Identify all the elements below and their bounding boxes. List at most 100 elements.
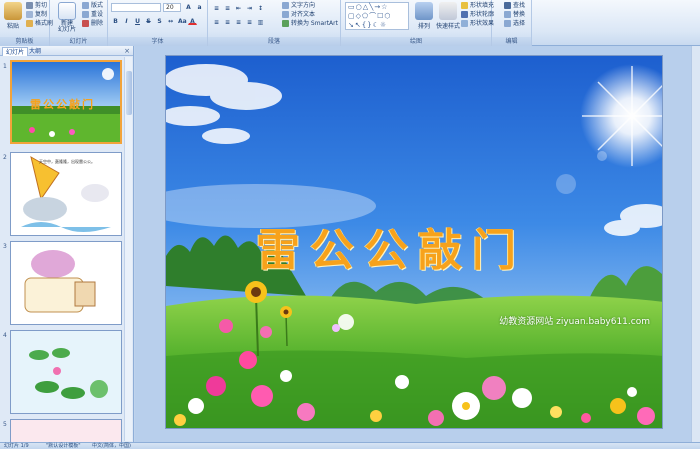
bullets-icon[interactable]: ≡ (212, 4, 221, 12)
slide-scrollbar[interactable] (691, 46, 700, 442)
arrange-icon (415, 2, 433, 20)
tab-slides[interactable]: 幻灯片 (2, 47, 29, 56)
clipboard-group: 粘贴 剪切 复制 格式刷 剪贴板 (0, 0, 53, 46)
select-icon (504, 20, 511, 27)
pane-tabs: 幻灯片 大纲 × (0, 46, 133, 56)
delete-icon (82, 20, 89, 27)
font-size-tools: A a (184, 3, 204, 11)
layout-icon (82, 2, 89, 9)
new-slide-icon (58, 2, 76, 20)
shrink-font-icon[interactable]: a (195, 3, 204, 11)
reset-button[interactable]: 重设 (82, 11, 103, 19)
thumb-number: 4 (3, 332, 7, 339)
shadow-icon[interactable]: S (155, 17, 164, 25)
status-bar: 幻灯片 1/9 "默认设计模板" 中文(简体，中国) (0, 442, 700, 449)
paragraph-group: ≡ ≡ ⇤ ⇥ ↕ ≡ ≡ ≡ ≡ ▥ 文字方向 对齐文本 转换为 SmartA… (208, 0, 341, 46)
clipboard-group-label: 剪贴板 (0, 37, 49, 46)
drawing-group-label: 绘图 (341, 37, 491, 46)
bold-icon[interactable]: B (111, 17, 120, 25)
quick-styles-button[interactable]: 快速样式 (435, 2, 461, 30)
close-icon[interactable]: × (124, 46, 130, 56)
grow-font-icon[interactable]: A (184, 3, 193, 11)
watermark-text: 幼教资源网站 ziyuan.baby611.com (499, 317, 650, 327)
language-indicator[interactable]: 中文(简体，中国) (92, 443, 131, 449)
align-right-icon[interactable]: ≡ (234, 18, 243, 26)
fill-icon (461, 2, 468, 9)
font-group: 20 A a B I U S S ↔ Aa A 字体 (108, 0, 208, 46)
binoculars-icon (504, 2, 511, 9)
font-color-icon[interactable]: A (188, 17, 197, 25)
slide-thumbnail-5[interactable] (10, 419, 122, 442)
brush-icon (26, 20, 33, 27)
current-slide[interactable]: 雷公公敲门 幼教资源网站 ziyuan.baby611.com (165, 55, 663, 429)
line-spacing-icon[interactable]: ↕ (256, 4, 265, 12)
editing-group-label: 编辑 (492, 37, 531, 46)
justify-icon[interactable]: ≡ (245, 18, 254, 26)
pane-scrollbar-thumb[interactable] (126, 71, 132, 115)
thumb-3-illustration (24, 250, 96, 313)
smartart-button[interactable]: 转换为 SmartArt (282, 20, 338, 28)
thumb-number: 2 (3, 154, 7, 161)
shape-effects-button[interactable]: 形状效果 (461, 20, 494, 28)
shapes-gallery[interactable]: ▭○△╲→☆ ▢◇⬠⌒☐⬡ ↘↖{}☾☼ (345, 2, 409, 30)
new-slide-button[interactable]: 新建 幻灯片 (54, 2, 80, 33)
copy-icon (26, 11, 33, 18)
layout-button[interactable]: 版式 (82, 2, 103, 10)
theme-name: "默认设计模板" (46, 443, 81, 449)
spacing-icon[interactable]: ↔ (166, 17, 175, 25)
slides-group-label: 幻灯片 (50, 37, 107, 46)
ribbon: 粘贴 剪切 复制 格式刷 剪贴板 新建 幻灯片 版式 重设 删除 幻灯片 20 … (0, 0, 700, 46)
thumb-number: 3 (3, 243, 7, 250)
reset-icon (82, 11, 89, 18)
find-button[interactable]: 查找 (504, 2, 525, 10)
effects-icon (461, 20, 468, 27)
tab-outline[interactable]: 大纲 (26, 47, 44, 56)
increase-indent-icon[interactable]: ⇥ (245, 4, 254, 12)
font-size-combo[interactable]: 20 (163, 3, 181, 12)
slide-thumbnail-4[interactable] (10, 330, 122, 414)
slides-group: 新建 幻灯片 版式 重设 删除 幻灯片 (50, 0, 108, 46)
align-left-icon[interactable]: ≡ (212, 18, 221, 26)
shape-outline-button[interactable]: 形状轮廓 (461, 11, 494, 19)
align-text-button[interactable]: 对齐文本 (282, 11, 315, 19)
slide-title[interactable]: 雷公公敲门 (256, 214, 526, 278)
outline-icon (461, 11, 468, 18)
font-format-tools: B I U S S ↔ Aa A (111, 17, 197, 25)
pane-scrollbar[interactable] (124, 57, 132, 441)
shape-fill-button[interactable]: 形状填充 (461, 2, 494, 10)
editing-group: 查找 替换 选择 编辑 (492, 0, 532, 46)
copy-button[interactable]: 复制 (26, 11, 47, 19)
slide-count: 幻灯片 1/9 (4, 443, 29, 449)
text-direction-icon (282, 2, 289, 9)
decrease-indent-icon[interactable]: ⇤ (234, 4, 243, 12)
case-icon[interactable]: Aa (177, 17, 187, 25)
strikethrough-icon[interactable]: S (144, 17, 153, 25)
align-center-icon[interactable]: ≡ (223, 18, 232, 26)
numbering-icon[interactable]: ≡ (223, 4, 232, 12)
align-text-icon (282, 11, 289, 18)
arrange-button[interactable]: 排列 (413, 2, 435, 30)
delete-slide-button[interactable]: 删除 (82, 20, 103, 28)
paste-button[interactable]: 粘贴 (2, 2, 24, 30)
columns-icon[interactable]: ▥ (256, 18, 265, 26)
scissors-icon (26, 2, 33, 9)
font-name-combo[interactable] (111, 3, 161, 12)
slide-thumbnail-2[interactable]: 天空中，轰隆隆，出现雷公公。 (10, 152, 122, 236)
slide-canvas: 雷公公敲门 幼教资源网站 ziyuan.baby611.com (135, 46, 700, 442)
select-button[interactable]: 选择 (504, 20, 525, 28)
slide-thumbnail-3[interactable] (10, 241, 122, 325)
replace-button[interactable]: 替换 (504, 11, 525, 19)
thumb-2-illustration (21, 155, 111, 232)
paragraph-group-label: 段落 (208, 37, 340, 46)
slide-thumbnail-pane: 幻灯片 大纲 × 1 雷公公敲门 2 天空中，轰隆隆，出现雷公公。 3 4 5 (0, 46, 134, 442)
underline-icon[interactable]: U (133, 17, 142, 25)
slide-thumbnail-1[interactable]: 雷公公敲门 (10, 60, 122, 144)
paste-icon (4, 2, 22, 20)
list-tools: ≡ ≡ ⇤ ⇥ ↕ (212, 4, 265, 12)
italic-icon[interactable]: I (122, 17, 131, 25)
drawing-group: ▭○△╲→☆ ▢◇⬠⌒☐⬡ ↘↖{}☾☼ 排列 快速样式 形状填充 形状轮廓 形状效… (341, 0, 494, 46)
format-painter-button[interactable]: 格式刷 (26, 20, 53, 28)
cut-button[interactable]: 剪切 (26, 2, 47, 10)
text-direction-button[interactable]: 文字方向 (282, 2, 315, 10)
font-group-label: 字体 (108, 37, 207, 46)
